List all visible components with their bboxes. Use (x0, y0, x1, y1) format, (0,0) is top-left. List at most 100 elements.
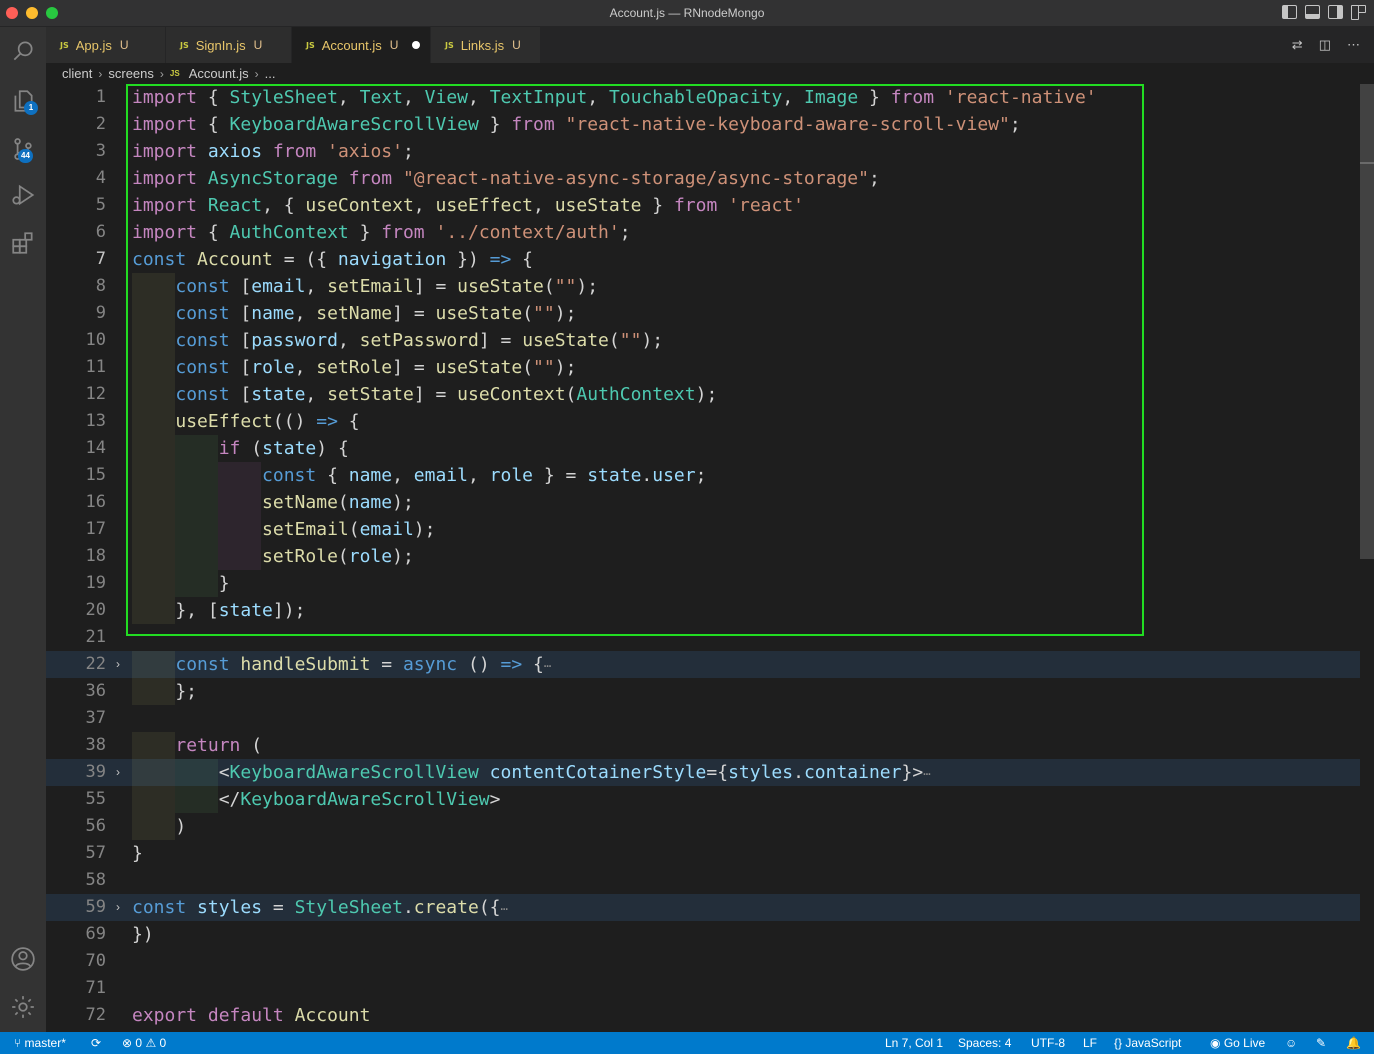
code-line[interactable]: 6 import { AuthContext } from '../context… (46, 219, 1360, 246)
search-icon[interactable] (0, 29, 46, 73)
breadcrumb-item-file[interactable]: Account.js (189, 66, 249, 81)
code-line[interactable]: 39 › <KeyboardAwareScrollView contentCota… (46, 759, 1360, 786)
fold-chevron-icon[interactable]: › (116, 759, 120, 786)
code-line[interactable]: 2 import { KeyboardAwareScrollView } from… (46, 111, 1360, 138)
files-icon[interactable]: 1 (0, 79, 46, 123)
encoding-status[interactable]: UTF-8 (1031, 1032, 1065, 1054)
folded-ellipsis-icon[interactable]: ⋯ (501, 902, 508, 916)
extensions-icon[interactable] (0, 221, 46, 265)
code-line[interactable]: 10 const [password, setPassword] = useSt… (46, 327, 1360, 354)
toggle-primary-sidebar-icon[interactable] (1282, 5, 1297, 19)
line-number: 8 (95, 276, 106, 296)
code-line[interactable]: 4 import AsyncStorage from "@react-native… (46, 165, 1360, 192)
code-line[interactable]: 38 return ( (46, 732, 1360, 759)
javascript-file-icon: JS (169, 69, 180, 78)
code-line[interactable]: 37 (46, 705, 1360, 732)
code-line[interactable]: 58 (46, 867, 1360, 894)
breadcrumb-item-client[interactable]: client (62, 66, 92, 81)
code-line[interactable]: 21 (46, 624, 1360, 651)
manage-gear-icon[interactable] (0, 985, 46, 1029)
code-text: import React, { useContext, useEffect, u… (132, 195, 804, 216)
indentation-status[interactable]: Spaces: 4 (958, 1032, 1011, 1054)
line-number: 19 (85, 573, 106, 593)
feedback-icon[interactable]: ✎ (1316, 1032, 1326, 1054)
line-number: 57 (85, 843, 106, 863)
code-text: setEmail(email); (262, 519, 436, 540)
eol-status[interactable]: LF (1083, 1032, 1097, 1054)
language-mode[interactable]: {} JavaScript (1114, 1032, 1181, 1054)
code-line[interactable]: 11 const [role, setRole] = useState(""); (46, 354, 1360, 381)
tab-app-js[interactable]: JS App.js U (46, 27, 166, 63)
code-line[interactable]: 22 › const handleSubmit = async () => {⋯ (46, 651, 1360, 678)
title-bar: Account.js — RNnodeMongo (0, 0, 1374, 27)
copilot-icon[interactable]: ☺ (1285, 1032, 1297, 1054)
branch-status[interactable]: ⑂ master* (14, 1032, 66, 1054)
code-line[interactable]: 17 setEmail(email); (46, 516, 1360, 543)
go-live-button[interactable]: ◉ Go Live (1210, 1032, 1265, 1054)
more-actions-icon[interactable]: ⋯ (1347, 37, 1360, 53)
folded-ellipsis-icon[interactable]: ⋯ (923, 767, 930, 781)
code-text: import { StyleSheet, Text, View, TextInp… (132, 87, 1097, 108)
run-debug-icon[interactable] (0, 173, 46, 217)
code-line[interactable]: 12 const [state, setState] = useContext(… (46, 381, 1360, 408)
javascript-file-icon: JS (180, 40, 189, 50)
tab-git-status: U (389, 38, 399, 52)
code-line[interactable]: 59 › const styles = StyleSheet.create({⋯ (46, 894, 1360, 921)
code-line[interactable]: 56 ) (46, 813, 1360, 840)
customize-layout-icon[interactable] (1351, 5, 1366, 20)
fold-chevron-icon[interactable]: › (116, 894, 120, 921)
tab-label: Links.js (460, 37, 505, 53)
code-line[interactable]: 15 const { name, email, role } = state.u… (46, 462, 1360, 489)
code-line[interactable]: 5 import React, { useContext, useEffect, … (46, 192, 1360, 219)
code-line[interactable]: 55 </KeyboardAwareScrollView> (46, 786, 1360, 813)
sync-icon[interactable]: ⟳ (91, 1032, 101, 1054)
fold-chevron-icon[interactable]: › (116, 651, 120, 678)
window-title: Account.js — RNnodeMongo (609, 6, 765, 20)
cursor-position[interactable]: Ln 7, Col 1 (885, 1032, 943, 1054)
code-line[interactable]: 16 setName(name); (46, 489, 1360, 516)
vertical-scrollbar[interactable] (1360, 84, 1374, 1032)
code-line[interactable]: 19 } (46, 570, 1360, 597)
code-text: const [password, setPassword] = useState… (175, 330, 664, 351)
source-control-icon[interactable]: 44 (0, 127, 46, 171)
code-line[interactable]: 69}) (46, 921, 1360, 948)
code-line[interactable]: 7 const Account = ({ navigation }) => { (46, 246, 1360, 273)
tab-links-js[interactable]: JS Links.js U (431, 27, 541, 63)
code-line[interactable]: 13 useEffect(() => { (46, 408, 1360, 435)
line-number: 58 (85, 870, 106, 890)
notifications-bell-icon[interactable]: 🔔 (1346, 1032, 1361, 1054)
branch-name: master* (24, 1036, 66, 1050)
code-line[interactable]: 1 import { StyleSheet, Text, View, TextIn… (46, 84, 1360, 111)
scrollbar-thumb[interactable] (1360, 84, 1374, 559)
code-line[interactable]: 18 setRole(role); (46, 543, 1360, 570)
code-line[interactable]: 3 import axios from 'axios'; (46, 138, 1360, 165)
code-line[interactable]: 71 (46, 975, 1360, 1002)
tab-label: Account.js (321, 37, 382, 53)
code-line[interactable]: 72 export default Account (46, 1002, 1360, 1029)
split-editor-icon[interactable]: ◫ (1319, 37, 1331, 53)
code-line[interactable]: 9 const [name, setName] = useState(""); (46, 300, 1360, 327)
line-number: 15 (85, 465, 106, 485)
code-line[interactable]: 8 const [email, setEmail] = useState("")… (46, 273, 1360, 300)
toggle-panel-icon[interactable] (1305, 5, 1320, 19)
tab-signin-js[interactable]: JS SignIn.js U (166, 27, 292, 63)
breadcrumb-item-screens[interactable]: screens (108, 66, 154, 81)
code-line[interactable]: 70 (46, 948, 1360, 975)
line-number: 16 (85, 492, 106, 512)
problems-status[interactable]: ⊗ 0 ⚠ 0 (122, 1032, 166, 1054)
code-line[interactable]: 20 }, [state]); (46, 597, 1360, 624)
toggle-secondary-sidebar-icon[interactable] (1328, 5, 1343, 19)
tab-account-js[interactable]: JS Account.js U (292, 27, 431, 63)
breadcrumb-item-symbols[interactable]: ... (265, 66, 276, 81)
account-icon[interactable] (0, 937, 46, 981)
line-number: 10 (85, 330, 106, 350)
code-editor[interactable]: 1 import { StyleSheet, Text, View, TextIn… (46, 84, 1374, 1032)
code-line[interactable]: 14 if (state) { (46, 435, 1360, 462)
code-line[interactable]: 36 }; (46, 678, 1360, 705)
code-line[interactable]: 57} (46, 840, 1360, 867)
code-text: }) (132, 924, 154, 945)
unsaved-changes-dot-icon[interactable] (412, 41, 421, 49)
open-changes-icon[interactable]: ⇄ (1292, 37, 1303, 53)
code-text: const styles = StyleSheet.create({⋯ (132, 897, 508, 918)
folded-ellipsis-icon[interactable]: ⋯ (544, 659, 551, 673)
